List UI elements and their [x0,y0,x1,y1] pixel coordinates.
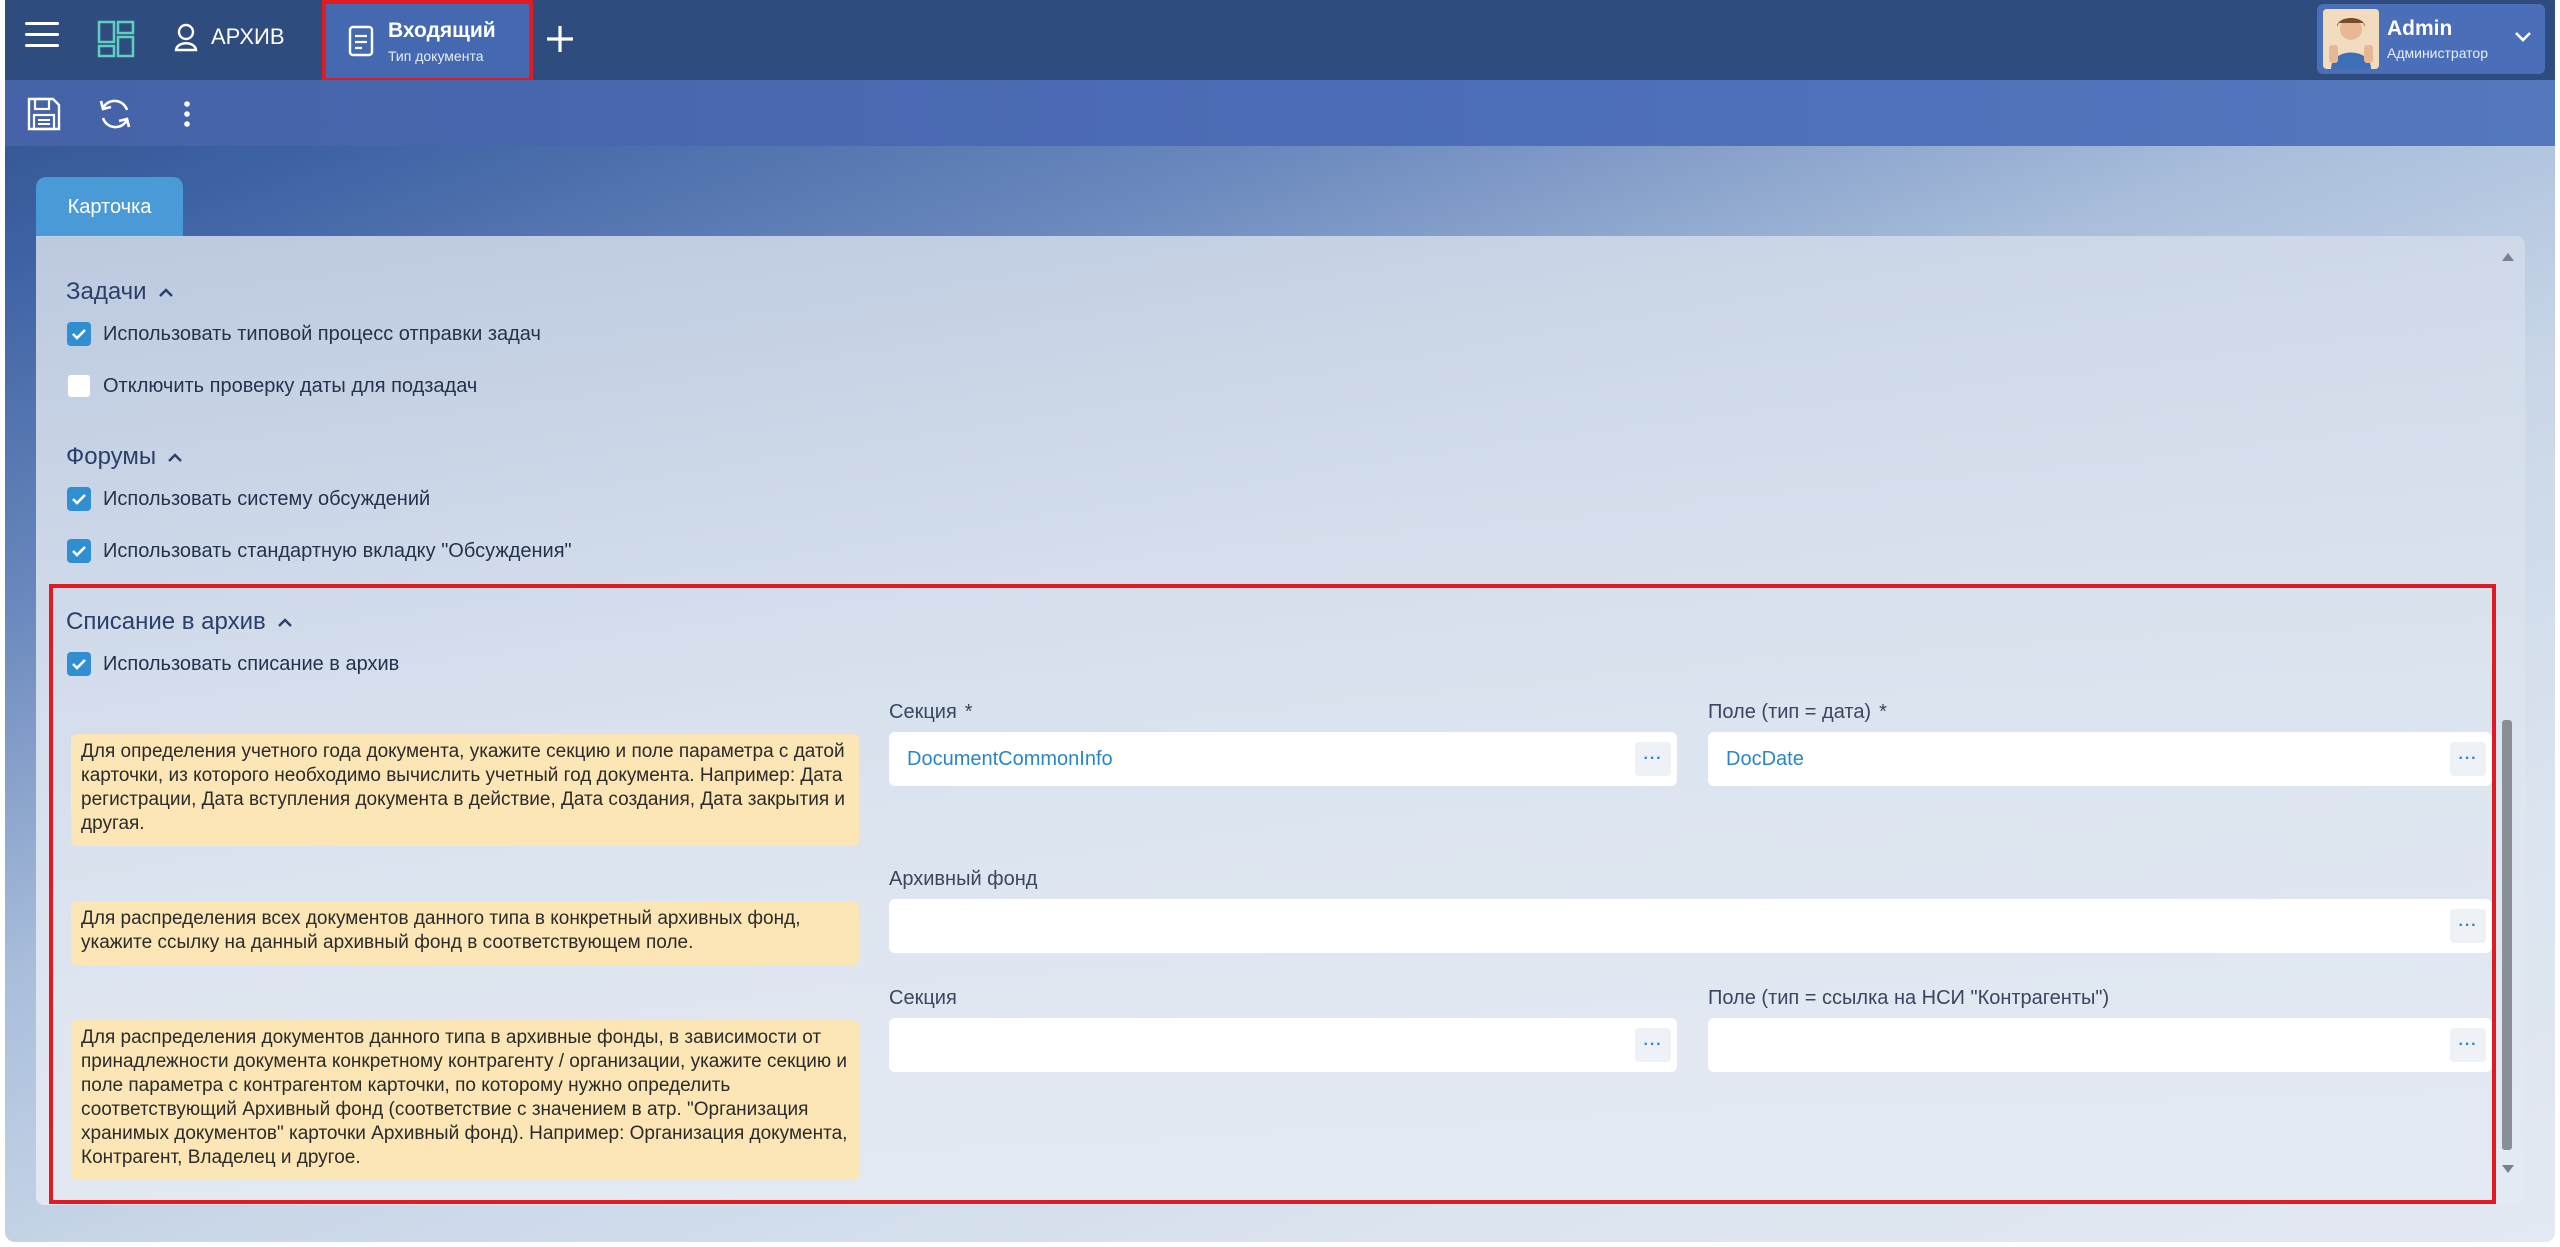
checkbox-checked[interactable] [67,322,91,346]
date-field-select-button[interactable]: ··· [2450,742,2486,776]
contractor-field-label: Поле (тип = ссылка на НСИ "Контрагенты") [1708,987,2110,1009]
dashboard-icon[interactable] [97,20,135,58]
required-mark: * [964,701,973,723]
section-forums-title: Форумы [66,443,157,470]
chevron-up-icon [277,618,292,627]
section2-field[interactable]: ··· [889,1018,1677,1072]
archive-nav-item[interactable]: АРХИВ [173,22,285,52]
option-typical-process[interactable]: Использовать типовой процесс отправки за… [67,322,541,346]
section-field[interactable]: DocumentCommonInfo ··· [889,732,1677,786]
section-forums-header[interactable]: Форумы [66,443,184,471]
user-menu[interactable]: Admin Администратор [2317,4,2545,74]
option-label: Отключить проверку даты для подзадач [103,374,478,397]
archive-fund-label: Архивный фонд [889,868,1038,890]
user-role: Администратор [2387,45,2489,61]
chevron-up-icon [168,453,183,462]
checkbox-checked[interactable] [67,487,91,511]
option-discussion-system[interactable]: Использовать систему обсуждений [67,487,430,511]
scroll-up-arrow-icon[interactable] [2501,252,2515,262]
option-label: Использовать систему обсуждений [103,487,431,510]
add-tab-icon[interactable] [543,22,577,56]
section2-select-button[interactable]: ··· [1635,1028,1671,1062]
document-icon [348,25,374,57]
section-archive-header[interactable]: Списание в архив [66,608,294,636]
section-field-label: Секция * [889,701,973,723]
section-field-value: DocumentCommonInfo [907,747,1113,770]
toolbar [5,80,2555,146]
option-discussion-tab[interactable]: Использовать стандартную вкладку "Обсужд… [67,539,572,563]
hint-archive-fund: Для распределения всех документов данног… [71,901,859,965]
app-window: АРХИВ Входящий Тип документа Admin Админ… [5,0,2555,1242]
top-bar: АРХИВ Входящий Тип документа Admin Админ… [5,0,2555,82]
tab-card[interactable]: Карточка [36,177,183,237]
option-use-archive[interactable]: Использовать списание в архив [67,652,399,676]
section2-field-label: Секция [889,987,957,1009]
avatar [2323,9,2379,69]
scrollbar-thumb[interactable] [2502,720,2512,1150]
option-label: Использовать списание в архив [103,652,400,675]
section-tasks-header[interactable]: Задачи [66,278,175,306]
more-options-icon[interactable] [168,95,206,133]
menu-icon[interactable] [25,22,59,56]
date-field[interactable]: DocDate ··· [1708,732,2492,786]
hint-fiscal-year: Для определения учетного года документа,… [71,734,859,846]
section-archive-title: Списание в архив [66,608,266,635]
chevron-up-icon [158,288,173,297]
archive-fund-select-button[interactable]: ··· [2450,909,2486,943]
document-tab-subtitle: Тип документа [388,47,484,64]
checkbox-checked[interactable] [67,652,91,676]
date-field-label: Поле (тип = дата) * [1708,701,1887,723]
contractor-field[interactable]: ··· [1708,1018,2492,1072]
date-field-value: DocDate [1726,747,1804,770]
option-disable-date-check[interactable]: Отключить проверку даты для подзадач [67,374,477,398]
archive-fund-field[interactable]: ··· [889,899,2492,953]
option-label: Использовать типовой процесс отправки за… [103,322,541,345]
section-select-button[interactable]: ··· [1635,742,1671,776]
user-name: Admin [2387,17,2453,40]
scroll-down-arrow-icon[interactable] [2501,1164,2515,1174]
option-label: Использовать стандартную вкладку "Обсужд… [103,539,572,562]
document-type-tab[interactable]: Входящий Тип документа [322,0,533,82]
contractor-select-button[interactable]: ··· [2450,1028,2486,1062]
save-icon[interactable] [25,95,63,133]
document-tab-title: Входящий [388,18,496,42]
checkbox-unchecked[interactable] [67,374,91,398]
required-mark: * [1879,701,1887,723]
checkbox-checked[interactable] [67,539,91,563]
refresh-icon[interactable] [96,95,134,133]
hint-contractor: Для распределения документов данного тип… [71,1020,859,1180]
user-icon [174,23,198,52]
archive-nav-label: АРХИВ [211,24,285,49]
section-tasks-title: Задачи [66,278,147,305]
chevron-down-icon [2515,32,2531,42]
